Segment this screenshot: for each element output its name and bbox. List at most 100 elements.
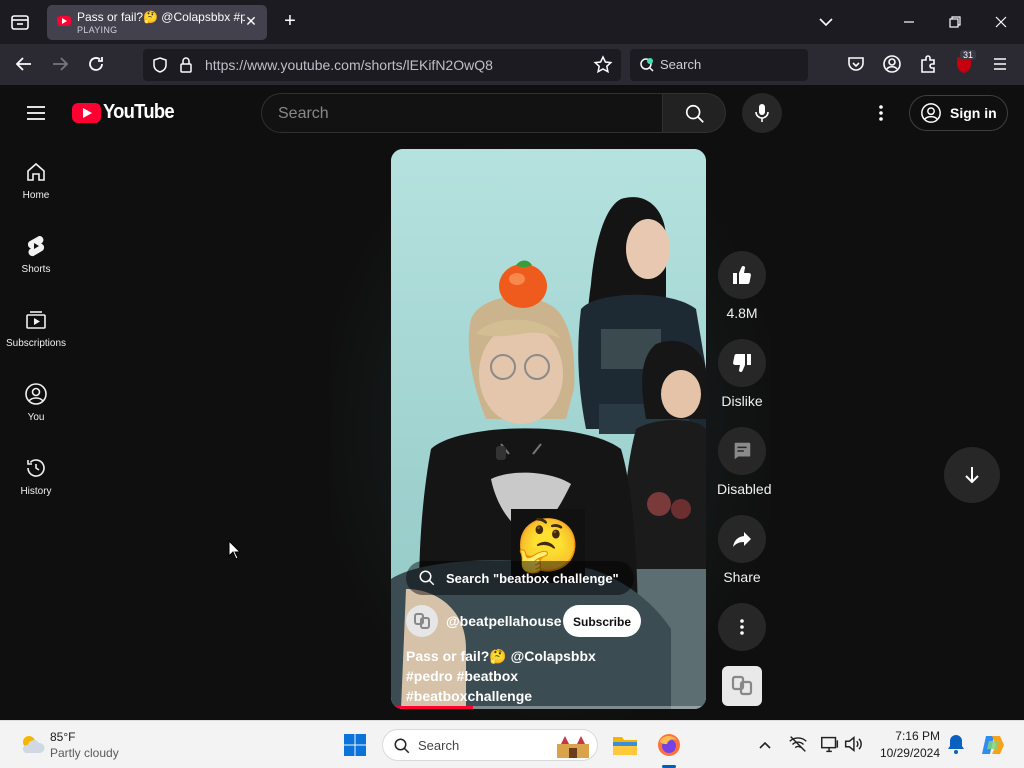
bookmark-star-icon[interactable] (593, 55, 613, 80)
restore-window-icon[interactable] (945, 12, 965, 32)
more-actions-button[interactable] (717, 603, 767, 651)
extension-badge-count: 31 (960, 50, 977, 60)
youtube-logo-text: YouTube (103, 101, 175, 123)
minimize-window-icon[interactable] (899, 12, 919, 32)
sign-in-button[interactable]: Sign in (909, 95, 1008, 131)
youtube-search-placeholder: Search (278, 105, 329, 122)
tab-title: Pass or fail?🤔 @Colapsbbx #p (77, 10, 245, 24)
comments-button[interactable]: Disabled (717, 427, 772, 497)
share-label: Share (723, 569, 761, 585)
user-circle-icon (921, 103, 941, 123)
dislike-label: Dislike (721, 393, 763, 409)
reload-icon[interactable] (84, 52, 108, 76)
history-icon (27, 459, 45, 477)
shorts-video-player[interactable]: 🤔 Search "beatbox challenge" @beatpellah… (391, 149, 706, 709)
account-icon[interactable] (880, 52, 904, 76)
guide-item-you[interactable]: You (0, 382, 72, 442)
guide-item-home[interactable]: Home (0, 160, 72, 220)
guide-item-label: Home (22, 190, 50, 201)
guide-item-label: History (20, 486, 52, 497)
pocket-icon[interactable] (844, 52, 868, 76)
taskbar-search-placeholder: Search (418, 738, 460, 753)
firefox-icon[interactable] (657, 733, 681, 757)
microphone-icon (755, 104, 769, 122)
guide-item-subscriptions[interactable]: Subscriptions (0, 308, 72, 368)
share-arrow-icon (733, 532, 751, 547)
partly-cloudy-icon (22, 736, 45, 753)
weather-description: Partly cloudy (50, 746, 119, 760)
guide-item-label: You (27, 412, 45, 423)
subscriptions-icon (26, 311, 46, 329)
home-icon (27, 162, 45, 181)
short-caption[interactable]: Pass or fail?🤔 @Colapsbbx #pedro #beatbo… (406, 646, 646, 706)
browser-tab-active[interactable]: Pass or fail?🤔 @Colapsbbx #p PLAYING ✕ (47, 5, 267, 40)
comments-status: Disabled (717, 481, 772, 497)
copilot-icon[interactable] (980, 733, 1006, 757)
youtube-search-input[interactable]: Search (261, 93, 663, 133)
search-icon (394, 738, 410, 754)
thumbs-up-icon (733, 266, 751, 285)
mouse-cursor-icon (228, 540, 242, 560)
forward-arrow-icon[interactable] (48, 52, 72, 76)
back-arrow-icon[interactable] (12, 52, 36, 76)
tab-list-icon[interactable] (8, 10, 32, 34)
guide-item-shorts[interactable]: Shorts (0, 234, 72, 294)
show-hidden-icons-chevron-icon[interactable] (756, 733, 774, 757)
taskbar-clock-time[interactable]: 7:16 PM (880, 729, 940, 743)
subscribe-label: Subscribe (572, 614, 632, 629)
thumbs-down-icon (733, 353, 751, 372)
extensions-puzzle-icon[interactable] (916, 52, 940, 76)
channel-name[interactable]: @beatpellahouse (446, 613, 562, 629)
dislike-button[interactable]: Dislike (717, 339, 767, 409)
display-icon[interactable] (819, 733, 843, 757)
related-search-chip[interactable]: Search "beatbox challenge" (406, 561, 634, 595)
subscribe-button[interactable]: Subscribe (563, 605, 641, 637)
lock-icon[interactable] (177, 56, 195, 79)
url-text: https://www.youtube.com/shorts/lEKifN2Ow… (205, 57, 493, 73)
weather-widget[interactable]: 85°F Partly cloudy (8, 721, 138, 768)
browser-tab-strip: Pass or fail?🤔 @Colapsbbx #p PLAYING ✕ + (0, 0, 1024, 44)
settings-kebab-icon[interactable] (869, 101, 893, 125)
voice-search-button[interactable] (742, 93, 782, 133)
guide-item-label: Subscriptions (5, 338, 67, 349)
notification-bell-icon[interactable] (946, 733, 970, 757)
windows-taskbar: 85°F Partly cloudy Search 7:16 PM 10/29/… (0, 720, 1024, 768)
sound-thumbnail[interactable] (722, 666, 762, 706)
channel-avatar[interactable] (406, 605, 438, 637)
tracking-protection-shield-icon[interactable] (151, 56, 169, 79)
address-bar[interactable]: https://www.youtube.com/shorts/lEKifN2Ow… (143, 49, 621, 81)
more-vert-icon (740, 619, 744, 635)
playback-progress-fill (391, 706, 473, 709)
browser-search-placeholder: Search (660, 57, 702, 72)
search-chip-label: Search "beatbox challenge" (446, 571, 619, 586)
youtube-play-logo-icon (72, 103, 101, 123)
tab-playing-status: PLAYING (77, 25, 118, 35)
share-button[interactable]: Share (717, 515, 767, 585)
list-all-tabs-icon[interactable] (816, 12, 836, 32)
search-icon (419, 570, 435, 586)
tab-close-icon[interactable]: ✕ (243, 13, 259, 29)
guide-menu-icon[interactable] (24, 101, 48, 125)
network-disconnected-icon[interactable] (787, 733, 811, 757)
volume-speaker-icon[interactable] (842, 733, 866, 757)
close-window-icon[interactable] (991, 12, 1011, 32)
file-explorer-icon[interactable] (612, 733, 637, 757)
comment-icon (734, 442, 751, 460)
guide-item-history[interactable]: History (0, 456, 72, 516)
browser-toolbar: https://www.youtube.com/shorts/lEKifN2Ow… (0, 44, 1024, 85)
playback-progress-bar[interactable] (391, 706, 706, 709)
shorts-icon (27, 235, 45, 257)
search-icon (685, 104, 704, 123)
arrow-down-icon (965, 467, 979, 484)
new-tab-button[interactable]: + (280, 11, 300, 32)
windows-start-icon[interactable] (343, 733, 367, 757)
app-menu-hamburger-icon[interactable] (988, 52, 1012, 76)
youtube-search-button[interactable] (662, 93, 726, 133)
taskbar-search-box[interactable]: Search (382, 729, 598, 761)
next-video-button[interactable] (944, 447, 1000, 503)
channel-logo-icon (731, 675, 753, 696)
like-button[interactable]: 4.8M (717, 251, 767, 321)
browser-search-bar[interactable]: Search (630, 49, 808, 81)
taskbar-clock-date[interactable]: 10/29/2024 (866, 746, 940, 760)
youtube-favicon-icon (57, 16, 71, 26)
